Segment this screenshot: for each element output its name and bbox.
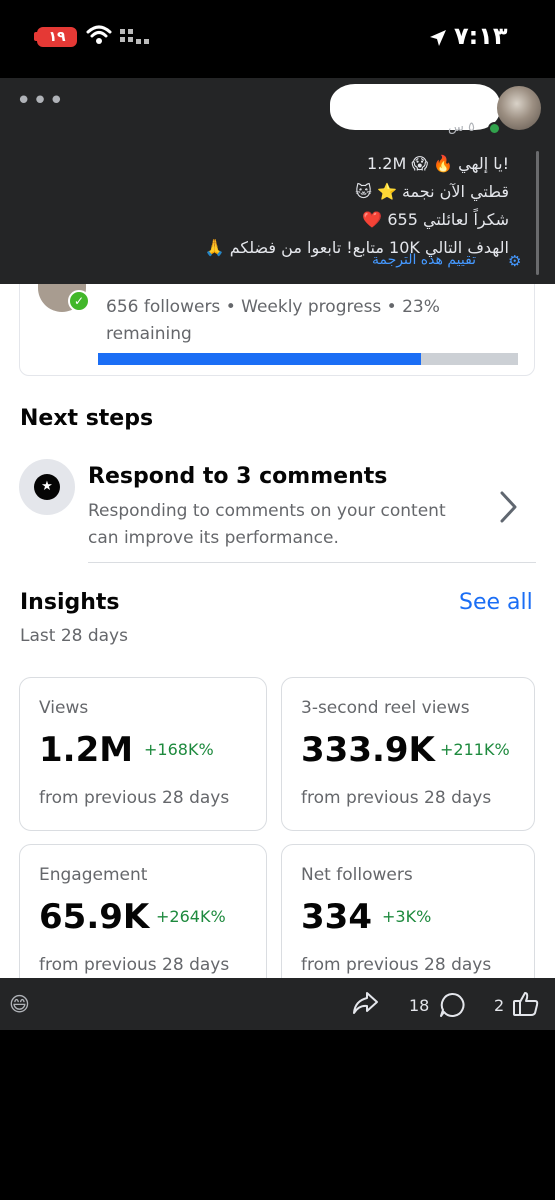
metric-card-net-followers[interactable]: Net followers 334 +3K% from previous 28 … [281,844,535,978]
more-options-icon[interactable]: ••• [16,86,65,116]
metric-value: 333.9K [301,730,435,770]
metric-footnote: from previous 28 days [301,955,492,975]
post-overlay: ••• ٥ س !يا إلهي 🔥 😱 1.2M قطتي الآن نجمة… [0,78,555,284]
metric-label: 3-second reel views [301,698,470,718]
metric-card-reel-views[interactable]: 3-second reel views 333.9K +211K% from p… [281,677,535,831]
metric-delta: +3K% [382,907,432,926]
metric-delta: +211K% [440,740,510,759]
post-action-bar: 😄 18 2 [0,978,555,1030]
metric-label: Views [39,698,89,718]
metric-card-engagement[interactable]: Engagement 65.9K +264K% from previous 28… [19,844,267,978]
post-line: !يا إلهي 🔥 😱 1.2M [367,154,509,173]
metric-value: 334 [301,897,372,937]
divider [88,562,536,563]
like-thumb-icon[interactable] [512,990,540,1018]
share-icon[interactable] [351,990,379,1016]
post-line: شكراً لعائلتي 655 ❤️ [362,210,509,229]
chevron-right-icon[interactable] [498,490,520,524]
signal-icon [120,29,149,44]
comment-icon[interactable] [439,992,465,1018]
metric-footnote: from previous 28 days [39,955,230,975]
insights-title: Insights [20,590,120,615]
metric-value: 65.9K [39,897,150,937]
metric-label: Engagement [39,865,148,885]
progress-bar [98,353,518,365]
metric-footnote: from previous 28 days [39,788,230,808]
metric-footnote: from previous 28 days [301,788,492,808]
insights-period: Last 28 days [20,626,128,646]
battery-icon: ١٩ [37,27,77,47]
clock: ٧:١٣ [454,22,508,50]
metric-card-views[interactable]: Views 1.2M +168K% from previous 28 days [19,677,267,831]
comment-count: 18 [409,996,430,1015]
next-steps-title: Next steps [20,406,154,431]
reaction-emoji-icon[interactable]: 😄 [9,992,30,1016]
location-arrow-icon [430,30,446,46]
post-line: قطتي الآن نجمة ⭐ 🐱 [355,182,509,201]
rate-translation-link[interactable]: تقييم هذه الترجمة [372,252,476,268]
like-count: 2 [494,996,505,1015]
metric-delta: +264K% [156,907,226,926]
professional-dashboard-screenshot: ✓ 656 followers • Weekly progress • 23% … [0,284,555,978]
respond-comments-title[interactable]: Respond to 3 comments [88,464,387,489]
status-bar: ١٩ ٧:١٣ [0,0,555,78]
metric-value: 1.2M [39,730,134,770]
check-icon: ✓ [68,290,90,312]
respond-comments-desc: Responding to comments on your content c… [88,501,446,548]
wifi-icon [86,25,112,44]
see-all-link[interactable]: See all [459,590,533,615]
progress-text: 656 followers • Weekly progress • 23% re… [106,297,440,344]
comment-star-icon: ★ [34,474,60,500]
post-time: ٥ س [448,120,475,135]
metric-delta: +168K% [144,740,214,759]
settings-gear-icon[interactable]: ⚙ [508,252,521,270]
post-text: !يا إلهي 🔥 😱 1.2M قطتي الآن نجمة ⭐ 🐱 شكر… [29,150,509,262]
metric-label: Net followers [301,865,413,885]
scrollbar[interactable] [536,151,539,275]
progress-bar-fill [98,353,422,365]
online-status-dot [488,122,501,135]
avatar[interactable] [497,86,541,130]
